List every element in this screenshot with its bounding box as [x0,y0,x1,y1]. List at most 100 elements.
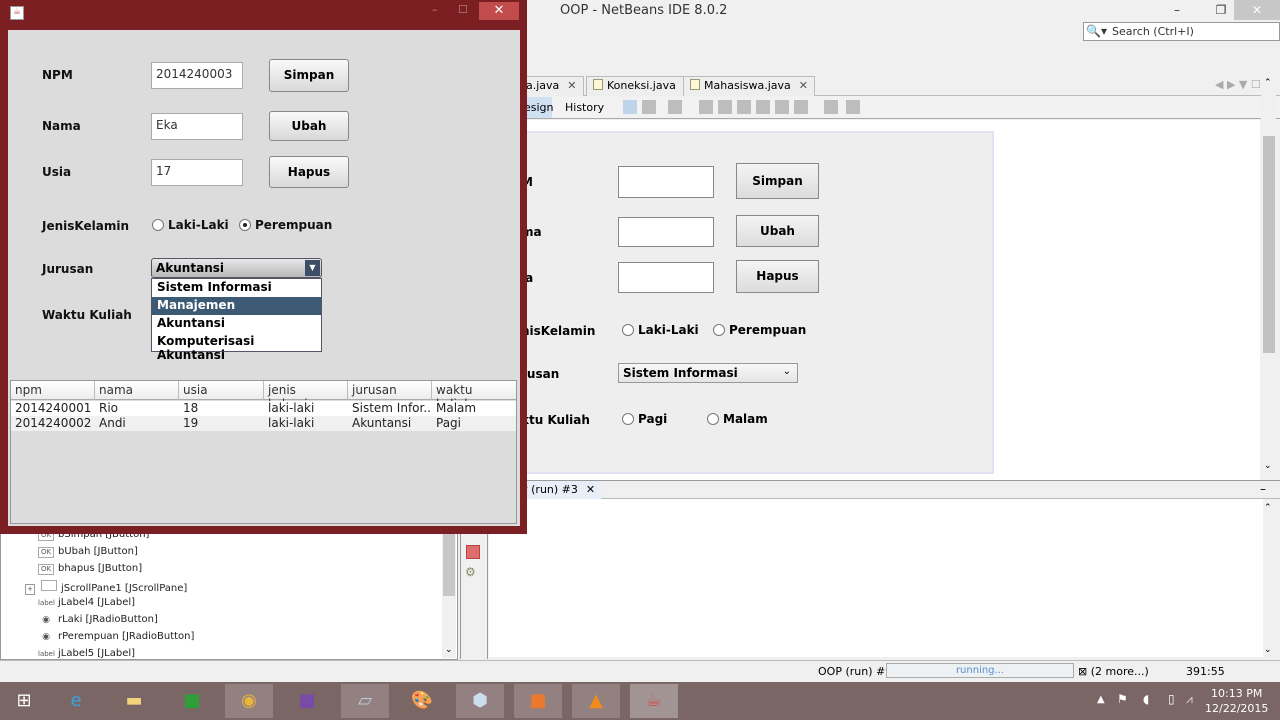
java-icon[interactable]: ☕ [630,684,678,718]
simpan-button[interactable]: Simpan [269,59,349,92]
dropdown-option-highlighted[interactable]: Manajemen [152,297,321,315]
dropdown-option[interactable]: Sistem Informasi [152,279,321,297]
chevron-down-icon[interactable]: ▼ [305,260,320,276]
volume-icon[interactable]: ◖ [1143,692,1149,706]
editor-scrollbar-thumb[interactable] [1263,136,1275,353]
app-minimize-button[interactable]: – [432,3,438,16]
preview-usia-field[interactable] [618,262,714,293]
jurusan-combo[interactable]: Akuntansi [151,258,322,278]
preview-radio-malam[interactable]: Malam [707,412,768,426]
align-left-icon[interactable] [699,100,713,114]
virtualbox-icon[interactable]: ⬢ [456,684,504,718]
navigator-scrollbar-thumb[interactable] [443,530,455,596]
xampp-icon[interactable]: ■ [514,684,562,718]
action-center-icon[interactable]: ⚑ [1117,692,1128,706]
connection-mode-icon[interactable] [642,100,656,114]
tree-item[interactable]: ◉ rPerempuan [JRadioButton] [38,631,194,642]
preview-design-icon[interactable] [668,100,682,114]
restore-button[interactable]: ❐ [1204,0,1238,20]
store-icon[interactable]: ■ [168,684,216,718]
dropdown-option[interactable]: Komputerisasi Akuntansi [152,333,321,362]
align-top-icon[interactable] [756,100,770,114]
align-center-icon[interactable] [737,100,751,114]
cancel-icon[interactable]: ⊠ [1078,665,1087,678]
minimize-button[interactable]: – [1160,0,1194,20]
tree-item[interactable]: label jLabel4 [JLabel] [38,597,135,608]
dropdown-option[interactable]: Akuntansi [152,315,321,333]
tab-mahasiswa[interactable]: Mahasiswa.java ✕ [683,76,815,96]
tree-item[interactable]: + jScrollPane1 [JScrollPane] [25,580,187,595]
table-row[interactable]: 2014240001 Rio 18 laki-laki Sistem Infor… [11,401,516,416]
search-input[interactable]: Search (Ctrl+I) [1083,22,1280,41]
radio-perempuan[interactable]: Perempuan [239,218,332,232]
align-right-icon[interactable] [718,100,732,114]
preview-simpan-button[interactable]: Simpan [736,163,819,199]
nama-field[interactable]: Eka [151,113,243,140]
radio-laki[interactable]: Laki-Laki [152,218,229,232]
preview-nama-field[interactable] [618,217,714,247]
more-processes-link[interactable]: ⊠ (2 more...) [1078,665,1149,678]
close-icon[interactable]: ✕ [586,483,595,496]
app-maximize-button[interactable]: ☐ [458,3,468,16]
scroll-down-icon[interactable]: ⌄ [1264,645,1272,655]
column-header[interactable]: nama [95,381,179,400]
settings-icon[interactable]: ⚙ [465,565,476,579]
output-console[interactable] [489,499,1263,657]
search-icon[interactable]: 🔍▾ [1086,24,1107,38]
show-hidden-icons[interactable]: ▲ [1097,694,1105,705]
align-bottom-icon[interactable] [775,100,789,114]
progress-bar[interactable]: running... [886,663,1074,678]
visual-studio-icon[interactable]: ■ [283,684,331,718]
notepad-icon[interactable]: ▱ [341,684,389,718]
battery-icon[interactable]: ▯ [1168,692,1175,706]
scroll-down-icon[interactable]: ⌄ [1264,461,1272,471]
column-header[interactable]: waktu kuliah [432,381,516,411]
preview-radio-laki[interactable]: Laki-Laki [622,323,699,337]
column-header[interactable]: jenis kelamin [264,381,348,411]
start-button[interactable]: ⊞ [0,684,48,718]
hapus-button[interactable]: Hapus [269,156,349,188]
tree-item[interactable]: ◉ rLaki [JRadioButton] [38,614,158,625]
close-icon[interactable]: ✕ [799,79,808,92]
close-button[interactable]: ✕ [1234,0,1280,20]
internet-explorer-icon[interactable]: e [52,684,100,718]
file-explorer-icon[interactable]: ▬ [110,684,158,718]
app-close-button[interactable]: ✕ [479,2,519,20]
preview-radio-perempuan[interactable]: Perempuan [713,323,806,337]
expand-icon[interactable]: + [25,584,35,595]
npm-field[interactable]: 2014240003 [151,62,243,89]
selection-mode-icon[interactable] [623,100,637,114]
tab-editor-file[interactable]: a.java ✕ [520,76,584,96]
paint-icon[interactable]: 🎨 [398,684,446,718]
tree-item[interactable]: label jLabel5 [JLabel] [38,648,135,659]
network-icon[interactable]: ⩘ [1186,692,1193,707]
tab-history[interactable]: History [565,101,604,114]
scroll-down-icon[interactable]: ⌄ [445,645,453,655]
tree-item[interactable]: OK bUbah [JButton] [38,546,138,558]
preview-jurusan-combo[interactable]: Sistem Informasi ⌄ [618,363,798,383]
chrome-icon[interactable]: ◉ [225,684,273,718]
resize-horizontal-icon[interactable] [824,100,838,114]
vlc-icon[interactable]: ▲ [572,684,620,718]
tab-navigation-icons[interactable]: ◀ ▶ ▼ ☐ [1215,78,1261,91]
column-header[interactable]: jurusan [348,381,432,400]
close-icon[interactable]: ✕ [567,79,576,92]
preview-hapus-button[interactable]: Hapus [736,260,819,293]
align-middle-icon[interactable] [794,100,808,114]
resize-vertical-icon[interactable] [846,100,860,114]
ubah-button[interactable]: Ubah [269,111,349,141]
column-header[interactable]: usia [179,381,264,400]
table-row[interactable]: 2014240002 Andi 19 laki-laki Akuntansi P… [11,416,516,431]
tab-output-run[interactable]: P (run) #3 ✕ [515,481,602,499]
stop-icon[interactable] [466,545,480,559]
scroll-up-icon[interactable]: ⌃ [1264,503,1272,513]
minimize-panel-icon[interactable]: – [1260,482,1266,496]
column-header[interactable]: npm [11,381,95,400]
tree-item[interactable]: OK bhapus [JButton] [38,563,142,575]
preview-radio-pagi[interactable]: Pagi [622,412,667,426]
preview-npm-field[interactable] [618,166,714,198]
preview-ubah-button[interactable]: Ubah [736,215,819,247]
clock[interactable]: 10:13 PM 12/22/2015 [1205,686,1268,716]
mahasiswa-table[interactable]: npm nama usia jenis kelamin jurusan wakt… [10,380,517,524]
usia-field[interactable]: 17 [151,159,243,186]
